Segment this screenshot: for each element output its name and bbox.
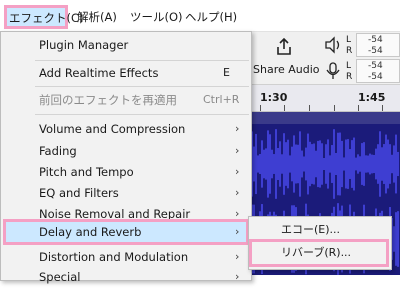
meter-value-l: -54 (368, 35, 383, 45)
chevron-right-icon: › (235, 250, 240, 263)
menu-item-label: Distortion and Modulation (39, 250, 189, 264)
menu-item-fading[interactable]: Fading › (1, 140, 251, 162)
menu-item-repeat-last-effect[interactable]: 前回のエフェクトを再適用 Ctrl+R (1, 89, 251, 111)
meters: L R -54 -54 L R -54 -54 (322, 33, 400, 83)
chevron-right-icon: › (235, 225, 240, 238)
menu-item-label: Plugin Manager (39, 38, 129, 52)
meter-value-r: -54 (368, 72, 383, 82)
playback-meter[interactable]: L R -54 -54 (322, 33, 400, 57)
chevron-right-icon: › (235, 122, 240, 135)
timeline-tick (260, 105, 261, 111)
timeline-label: 1:45 (358, 91, 386, 104)
menu-item-label: 前回のエフェクトを再適用 (39, 93, 177, 107)
meter-r: R (346, 46, 353, 56)
menu-item-pitch-tempo[interactable]: Pitch and Tempo › (1, 161, 251, 183)
menu-tools[interactable]: ツール(O) (130, 9, 183, 25)
menu-bar: エフェクト(C) 解析(A) ツール(O) ヘルプ(H) (0, 0, 400, 32)
menu-item-label: Pitch and Tempo (39, 165, 134, 179)
menu-item-label: Add Realtime Effects (39, 66, 159, 80)
meter-value-r: -54 (368, 46, 383, 56)
menu-item-label: Special (39, 270, 81, 284)
timeline-tick (309, 105, 310, 111)
timeline-tick (334, 105, 335, 111)
share-audio-label: Share Audio (253, 63, 320, 76)
menu-item-label: Volume and Compression (39, 122, 186, 136)
timeline-tick (284, 105, 285, 111)
menu-item-volume-compression[interactable]: Volume and Compression › (1, 118, 251, 140)
share-icon (277, 37, 291, 55)
timeline-tick (382, 105, 383, 111)
menu-item-shortcut: E (223, 66, 230, 79)
submenu-item-label: リバーブ(R)... (281, 246, 352, 259)
timeline-label: 1:30 (260, 91, 288, 104)
menu-item-delay-reverb[interactable]: Delay and Reverb › (3, 219, 249, 245)
menu-analyze[interactable]: 解析(A) (77, 9, 117, 25)
meter-l: L (346, 35, 352, 45)
menu-effects[interactable]: エフェクト(C) (4, 5, 84, 29)
menu-item-label: EQ and Filters (39, 186, 119, 200)
chevron-right-icon: › (235, 186, 240, 199)
menu-effects-label: エフェクト(C) (9, 11, 84, 25)
timeline-tick (358, 105, 359, 111)
menu-item-eq-filters[interactable]: EQ and Filters › (1, 182, 251, 204)
menu-separator (35, 86, 249, 87)
menu-item-special[interactable]: Special › (1, 266, 251, 288)
menu-separator (35, 60, 249, 61)
chevron-right-icon: › (235, 144, 240, 157)
menu-item-label: Fading (39, 144, 77, 158)
menu-help[interactable]: ヘルプ(H) (185, 9, 237, 25)
submenu-item-echo[interactable]: エコー(E)... (249, 219, 391, 241)
menu-separator (35, 114, 249, 115)
chevron-right-icon: › (235, 165, 240, 178)
meter-l: L (346, 61, 352, 71)
effects-menu: Plugin Manager Add Realtime Effects E 前回… (0, 31, 252, 284)
chevron-right-icon: › (235, 270, 240, 283)
meter-value-l: -54 (368, 61, 383, 71)
menu-item-label: Delay and Reverb (39, 225, 142, 239)
meter-r: R (346, 72, 353, 82)
menu-item-plugin-manager[interactable]: Plugin Manager (1, 34, 251, 56)
delay-reverb-submenu: エコー(E)... リバーブ(R)... (248, 216, 392, 270)
menu-item-shortcut: Ctrl+R (203, 93, 240, 106)
submenu-item-reverb[interactable]: リバーブ(R)... (249, 239, 389, 267)
record-meter[interactable]: L R -54 -54 (322, 59, 400, 83)
submenu-item-label: エコー(E)... (281, 223, 341, 236)
share-audio-button[interactable]: Share Audio (250, 33, 320, 83)
speaker-icon (325, 36, 340, 54)
microphone-icon (326, 62, 340, 79)
menu-item-distortion-modulation[interactable]: Distortion and Modulation › (1, 246, 251, 268)
menu-item-add-realtime-effects[interactable]: Add Realtime Effects E (1, 62, 251, 84)
